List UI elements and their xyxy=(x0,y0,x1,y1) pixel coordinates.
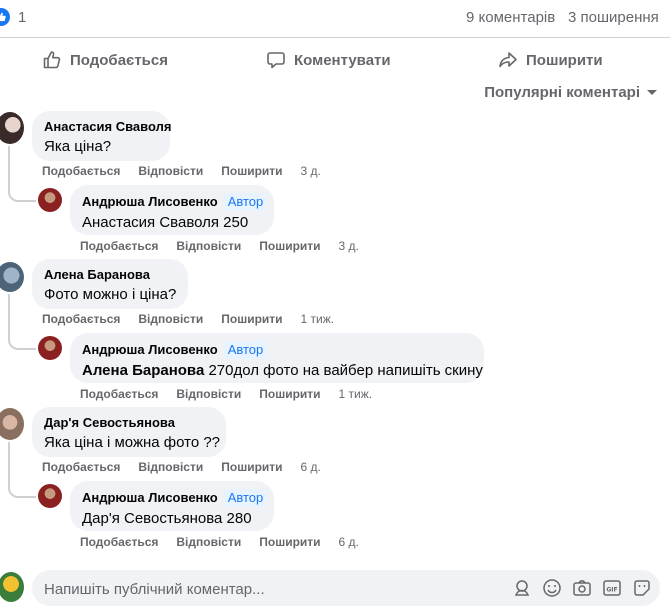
like-reaction-icon xyxy=(0,8,10,26)
reply-link[interactable]: Відповісти xyxy=(176,535,241,549)
timestamp[interactable]: 3 д. xyxy=(339,239,359,253)
like-button[interactable]: Подобається xyxy=(42,49,168,71)
like-link[interactable]: Подобається xyxy=(80,535,158,549)
reply-link[interactable]: Відповісти xyxy=(138,312,203,326)
sort-comments-dropdown[interactable]: Популярні коментарі xyxy=(484,84,658,101)
share-count[interactable]: 3 поширення xyxy=(568,9,659,26)
avatar[interactable] xyxy=(0,408,24,440)
divider xyxy=(0,37,670,38)
comment-text: Яка ціна? xyxy=(44,138,112,155)
like-count[interactable]: 1 xyxy=(18,9,26,26)
like-button-label: Подобається xyxy=(70,51,168,69)
mention[interactable]: Алена Баранова xyxy=(82,362,204,379)
comment-author[interactable]: Алена Баранова xyxy=(44,267,176,283)
author-name[interactable]: Андрюша Лисовенко xyxy=(82,194,218,210)
like-link[interactable]: Подобається xyxy=(80,387,158,401)
thumbs-up-icon xyxy=(42,50,62,70)
avatar[interactable] xyxy=(38,188,62,212)
reply-text: 270дол фото на вайбер напишіть скину xyxy=(204,362,483,379)
reply-bubble: Андрюша Лисовенко Автор Алена Баранова 27… xyxy=(70,333,484,383)
comment-text: Фото можно і ціна? xyxy=(44,286,177,303)
sticker-icon[interactable] xyxy=(632,578,652,598)
comment-count[interactable]: 9 коментарів xyxy=(466,9,555,26)
comment-button[interactable]: Коментувати xyxy=(266,49,391,71)
timestamp[interactable]: 6 д. xyxy=(339,535,359,549)
current-user-avatar[interactable] xyxy=(0,572,24,602)
share-link[interactable]: Поширити xyxy=(259,387,320,401)
reply-link[interactable]: Відповісти xyxy=(138,164,203,178)
avatar[interactable] xyxy=(0,112,24,144)
share-arrow-icon xyxy=(498,50,518,70)
timestamp[interactable]: 3 д. xyxy=(301,164,321,178)
share-link[interactable]: Поширити xyxy=(221,312,282,326)
timestamp[interactable]: 1 тиж. xyxy=(301,312,335,326)
avatar[interactable] xyxy=(38,484,62,508)
author-name[interactable]: Дар'я Севостьянова xyxy=(44,415,175,431)
comment-author[interactable]: Андрюша Лисовенко Автор xyxy=(82,489,268,507)
reply-text: Анастасия Сваволя 250 xyxy=(82,214,249,231)
comment-actions: Подобається Відповісти Поширити 3 д. xyxy=(42,164,339,178)
comment-author[interactable]: Дар'я Севостьянова xyxy=(44,415,214,431)
comment-text: Алена Баранова 270дол фото на вайбер нап… xyxy=(82,361,483,381)
avatar[interactable] xyxy=(0,262,24,292)
author-badge: Автор xyxy=(223,193,268,211)
timestamp[interactable]: 6 д. xyxy=(301,460,321,474)
like-link[interactable]: Подобається xyxy=(80,239,158,253)
comment-actions: Подобається Відповісти Поширити 1 тиж. xyxy=(80,387,390,401)
comment-author[interactable]: Андрюша Лисовенко Автор xyxy=(82,341,472,359)
avatar[interactable] xyxy=(38,336,62,360)
comment-bubble: Анастасия Сваволя Яка ціна? xyxy=(32,111,171,161)
comment-bubble: Дар'я Севостьянова Яка ціна і можна фото… xyxy=(32,407,226,457)
comment-actions: Подобається Відповісти Поширити 6 д. xyxy=(42,460,339,474)
comment-button-label: Коментувати xyxy=(294,51,391,69)
reply-thread-line xyxy=(8,146,36,202)
comment-composer: GIF xyxy=(32,570,660,608)
author-name[interactable]: Андрюша Лисовенко xyxy=(82,490,218,506)
like-link[interactable]: Подобається xyxy=(42,460,120,474)
author-name[interactable]: Андрюша Лисовенко xyxy=(82,342,218,358)
comment-actions: Подобається Відповісти Поширити 3 д. xyxy=(80,239,377,253)
comment-input[interactable] xyxy=(42,570,506,608)
gif-icon[interactable]: GIF xyxy=(602,578,622,598)
reply-thread-line xyxy=(8,442,36,498)
comment-bubble: Алена Баранова Фото можно і ціна? xyxy=(32,259,188,309)
reply-bubble: Андрюша Лисовенко Автор Дар'я Севостьянов… xyxy=(70,481,274,531)
share-link[interactable]: Поширити xyxy=(259,239,320,253)
emoji-icon[interactable] xyxy=(542,578,562,598)
share-link[interactable]: Поширити xyxy=(259,535,320,549)
reply-thread-line xyxy=(8,294,36,350)
comment-actions: Подобається Відповісти Поширити 1 тиж. xyxy=(42,312,352,326)
author-badge: Автор xyxy=(223,489,268,507)
share-button-label: Поширити xyxy=(526,51,603,69)
like-link[interactable]: Подобається xyxy=(42,312,120,326)
camera-icon[interactable] xyxy=(572,578,592,598)
timestamp[interactable]: 1 тиж. xyxy=(339,387,373,401)
share-link[interactable]: Поширити xyxy=(221,460,282,474)
comment-text: Анастасия Сваволя 250 xyxy=(82,213,262,233)
comment-text: Яка ціна і можна фото ?? xyxy=(44,434,221,451)
share-link[interactable]: Поширити xyxy=(221,164,282,178)
svg-text:GIF: GIF xyxy=(606,587,617,594)
composer-icons: GIF xyxy=(512,578,652,598)
reply-link[interactable]: Відповісти xyxy=(176,239,241,253)
author-name[interactable]: Алена Баранова xyxy=(44,267,150,283)
comment-author[interactable]: Анастасия Сваволя xyxy=(44,119,171,135)
reply-link[interactable]: Відповісти xyxy=(176,387,241,401)
comment-text: Дар'я Севостьянова 280 xyxy=(82,509,262,529)
like-link[interactable]: Подобається xyxy=(42,164,120,178)
caret-down-icon xyxy=(646,84,658,101)
reply-link[interactable]: Відповісти xyxy=(138,460,203,474)
reply-text: Дар'я Севостьянова 280 xyxy=(82,510,252,527)
author-name[interactable]: Анастасия Сваволя xyxy=(44,119,171,135)
sort-label: Популярні коментарі xyxy=(484,84,640,101)
avatar-sticker-icon[interactable] xyxy=(512,578,532,598)
comment-bubble-icon xyxy=(266,50,286,70)
comment-author[interactable]: Андрюша Лисовенко Автор xyxy=(82,193,268,211)
share-button[interactable]: Поширити xyxy=(498,49,603,71)
author-badge: Автор xyxy=(223,341,268,359)
reply-bubble: Андрюша Лисовенко Автор Анастасия Сваволя… xyxy=(70,185,274,235)
comment-actions: Подобається Відповісти Поширити 6 д. xyxy=(80,535,377,549)
